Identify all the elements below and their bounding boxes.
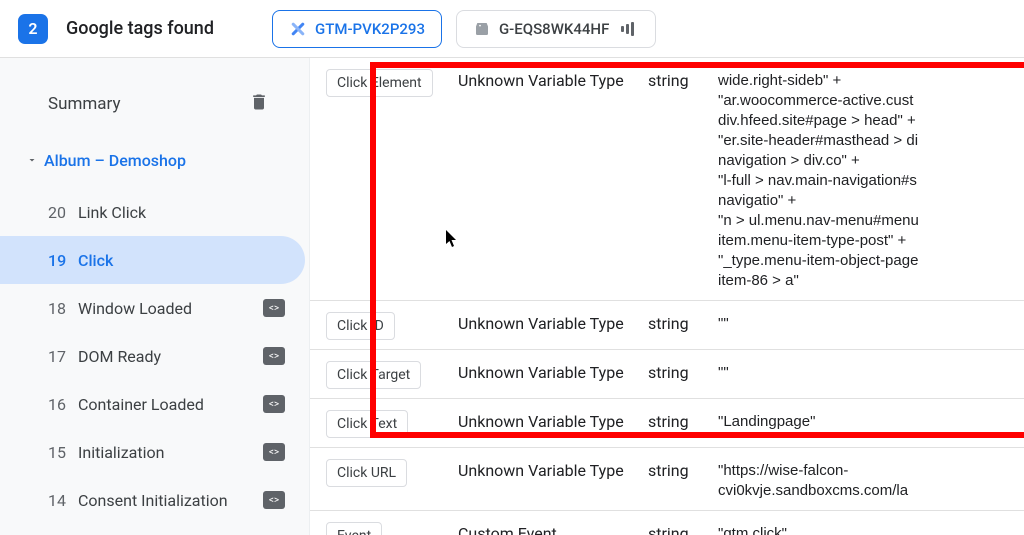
- event-label: Click: [78, 251, 263, 270]
- variables-panel: Click ElementUnknown Variable Typestring…: [310, 58, 1024, 535]
- tab-label: GTM-PVK2P293: [315, 20, 425, 38]
- event-number: 20: [48, 203, 78, 222]
- code-badge-icon: <>: [263, 348, 285, 364]
- mouse-cursor-icon: [445, 230, 459, 248]
- variable-name-button[interactable]: Click Text: [326, 410, 408, 438]
- ga-tag-icon: [473, 20, 491, 38]
- tag-tabs: GTM-PVK2P293 G-EQS8WK44HF: [272, 10, 656, 48]
- sidebar: Summary Album – Demoshop 20Link Click19C…: [0, 58, 310, 535]
- variable-type: Custom Event: [458, 520, 648, 535]
- event-row[interactable]: 19Click: [0, 236, 305, 284]
- variable-name-button[interactable]: Click ID: [326, 312, 395, 340]
- variable-type: Unknown Variable Type: [458, 359, 648, 382]
- return-type: string: [648, 408, 718, 431]
- return-type: string: [648, 67, 718, 90]
- event-row[interactable]: 17DOM Ready<>: [0, 332, 305, 380]
- summary-row[interactable]: Summary: [0, 86, 309, 122]
- event-label: Window Loaded: [78, 299, 263, 318]
- event-number: 15: [48, 443, 78, 462]
- event-label: Link Click: [78, 203, 263, 222]
- event-row[interactable]: 18Window Loaded<>: [0, 284, 305, 332]
- variable-row: Click ID Unknown Variable Typestring"": [310, 301, 1024, 350]
- variable-value: "": [718, 359, 1024, 383]
- variable-name-button[interactable]: Click URL: [326, 459, 407, 487]
- tag-count-badge: 2: [18, 14, 48, 44]
- event-label: DOM Ready: [78, 347, 263, 366]
- summary-title: 2 Google tags found: [18, 14, 214, 44]
- summary-label: Summary: [48, 94, 120, 114]
- variable-name-button[interactable]: Click Target: [326, 361, 421, 389]
- top-bar: 2 Google tags found GTM-PVK2P293 G-EQS8WK…: [0, 0, 1024, 58]
- variable-row: Click Element Unknown Variable Typestring…: [310, 58, 1024, 301]
- return-type: string: [648, 310, 718, 333]
- return-type: string: [648, 359, 718, 382]
- variable-type: Unknown Variable Type: [458, 408, 648, 431]
- variable-value: "https://wise-falcon-cvi0kvje.sandboxcms…: [718, 457, 1024, 501]
- code-badge-icon: <>: [263, 492, 285, 508]
- variable-row: Click URL Unknown Variable Typestring"htt…: [310, 448, 1024, 511]
- tags-found-label: Google tags found: [66, 18, 214, 39]
- event-number: 14: [48, 491, 78, 510]
- variable-row: Click Target Unknown Variable Typestring"…: [310, 350, 1024, 399]
- event-label: Initialization: [78, 443, 263, 462]
- event-label: Container Loaded: [78, 395, 263, 414]
- variable-type: Unknown Variable Type: [458, 67, 648, 90]
- event-row[interactable]: 16Container Loaded<>: [0, 380, 305, 428]
- return-type: string: [648, 457, 718, 480]
- variable-value: wide.right-sideb" + "ar.woocommerce-acti…: [718, 67, 1024, 291]
- caret-down-icon: [20, 154, 44, 166]
- event-number: 19: [48, 251, 78, 270]
- variable-value: "Landingpage": [718, 408, 1024, 432]
- event-number: 17: [48, 347, 78, 366]
- tree-header[interactable]: Album – Demoshop: [0, 142, 309, 178]
- tab-label: G-EQS8WK44HF: [499, 20, 609, 38]
- variable-type: Unknown Variable Type: [458, 310, 648, 333]
- clear-icon[interactable]: [249, 92, 269, 117]
- event-tree: Album – Demoshop 20Link Click19Click18Wi…: [0, 142, 309, 524]
- code-badge-icon: <>: [263, 300, 285, 316]
- variable-row: Event Custom Eventstring"gtm.click": [310, 511, 1024, 535]
- tag-tab[interactable]: G-EQS8WK44HF: [456, 10, 656, 48]
- page-title: Album – Demoshop: [44, 151, 186, 170]
- event-row[interactable]: 20Link Click: [0, 188, 305, 236]
- event-row[interactable]: 15Initialization<>: [0, 428, 305, 476]
- variable-name-button[interactable]: Event: [326, 522, 382, 535]
- event-number: 16: [48, 395, 78, 414]
- gtm-tag-icon: [289, 20, 307, 38]
- code-badge-icon: <>: [263, 444, 285, 460]
- variable-value: "": [718, 310, 1024, 334]
- event-number: 18: [48, 299, 78, 318]
- return-type: string: [648, 520, 718, 535]
- code-badge-icon: <>: [263, 396, 285, 412]
- variable-row: Click Text Unknown Variable Typestring"La…: [310, 399, 1024, 448]
- event-row[interactable]: 14Consent Initialization<>: [0, 476, 305, 524]
- event-label: Consent Initialization: [78, 491, 263, 510]
- tag-tab[interactable]: GTM-PVK2P293: [272, 10, 442, 48]
- variable-value: "gtm.click": [718, 520, 1024, 535]
- variable-type: Unknown Variable Type: [458, 457, 648, 480]
- report-bars-icon[interactable]: [621, 20, 639, 38]
- variable-name-button[interactable]: Click Element: [326, 69, 433, 97]
